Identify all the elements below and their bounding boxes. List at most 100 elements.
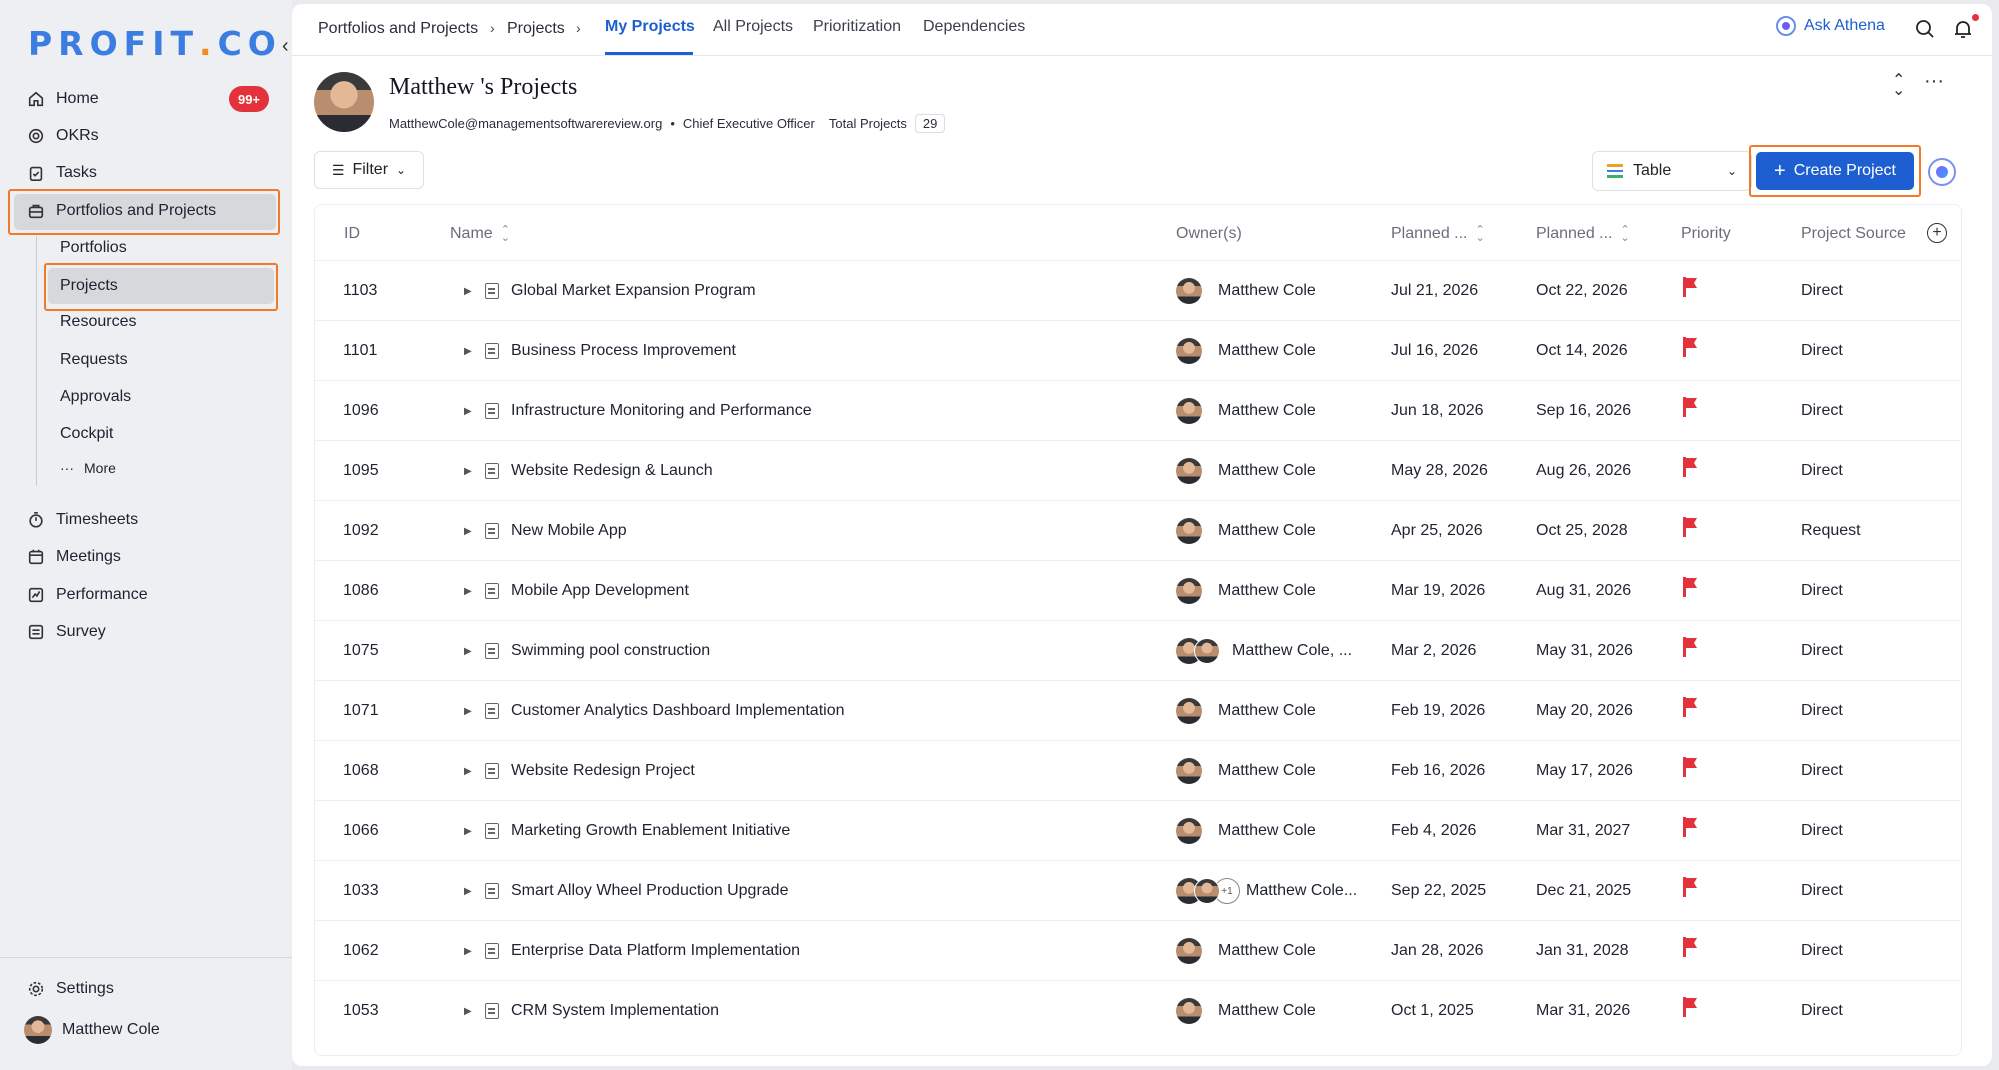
priority-flag-icon[interactable] [1681, 677, 1699, 737]
project-name[interactable]: Enterprise Data Platform Implementation [511, 921, 800, 981]
sidebar-item-settings[interactable]: Settings [26, 974, 114, 1004]
priority-flag-icon[interactable] [1681, 797, 1699, 857]
table-row[interactable]: 1075 ▶ Swimming pool construction Matthew C… [315, 620, 1961, 680]
column-header-project-source[interactable]: Project Source [1801, 225, 1906, 243]
column-header-owners[interactable]: Owner(s) [1176, 225, 1242, 243]
bell-icon[interactable] [1952, 18, 1976, 42]
profit-co-logo[interactable]: PR O FIT. CO [28, 24, 282, 63]
priority-flag-icon[interactable] [1681, 497, 1699, 557]
ask-athena-button[interactable]: Ask Athena [1776, 16, 1885, 36]
sidebar-item-timesheets[interactable]: Timesheets [26, 505, 138, 535]
project-name[interactable]: CRM System Implementation [511, 981, 719, 1041]
expand-row-icon[interactable]: ▶ [464, 501, 472, 561]
column-header-priority[interactable]: Priority [1681, 225, 1731, 243]
table-row[interactable]: 1066 ▶ Marketing Growth Enablement Initiat… [315, 800, 1961, 860]
table-row[interactable]: 1033 ▶ Smart Alloy Wheel Production Upgrad… [315, 860, 1961, 920]
sidebar-subitem-resources[interactable]: Resources [60, 308, 136, 336]
add-column-icon[interactable]: + [1927, 223, 1947, 243]
sidebar-subitem-portfolios[interactable]: Portfolios [60, 234, 127, 262]
planned-start-date: Feb 16, 2026 [1391, 762, 1486, 779]
table-row[interactable]: 1053 ▶ CRM System Implementation Matthew Co… [315, 980, 1961, 1040]
priority-flag-icon[interactable] [1681, 977, 1699, 1037]
project-name[interactable]: Marketing Growth Enablement Initiative [511, 801, 790, 861]
search-icon[interactable] [1914, 18, 1938, 42]
priority-flag-icon[interactable] [1681, 917, 1699, 977]
view-mode-select[interactable]: Table ⌄ [1592, 151, 1752, 191]
table-row[interactable]: 1096 ▶ Infrastructure Monitoring and Perfo… [315, 380, 1961, 440]
sort-icon[interactable]: ⌃ ⌄ [1476, 225, 1485, 244]
filter-button[interactable]: ☰ Filter ⌄ [314, 151, 424, 189]
tab-prioritization[interactable]: Prioritization [813, 18, 901, 36]
expand-row-icon[interactable]: ▶ [464, 621, 472, 681]
table-row[interactable]: 1086 ▶ Mobile App Development Matthew Cole M… [315, 560, 1961, 620]
table-row[interactable]: 1101 ▶ Business Process Improvement Matthew… [315, 320, 1961, 380]
sidebar-subitem-approvals[interactable]: Approvals [60, 383, 131, 411]
breadcrumb-portfolios-and-projects[interactable]: Portfolios and Projects [318, 20, 478, 38]
priority-flag-icon[interactable] [1681, 617, 1699, 677]
sidebar-item-performance[interactable]: Performance [26, 580, 148, 610]
column-header-planned-end[interactable]: Planned ... ⌃ ⌄ [1536, 225, 1630, 244]
table-row[interactable]: 1068 ▶ Website Redesign Project Matthew Col… [315, 740, 1961, 800]
project-name[interactable]: Business Process Improvement [511, 321, 736, 381]
priority-flag-icon[interactable] [1681, 557, 1699, 617]
column-header-name[interactable]: Name ⌃ ⌄ [450, 225, 510, 244]
table-row[interactable]: 1095 ▶ Website Redesign & Launch Matthew Co… [315, 440, 1961, 500]
expand-collapse-icon[interactable]: ⌃ ⌄ [1892, 73, 1905, 99]
more-options-icon[interactable]: ··· [1924, 70, 1944, 93]
table-row[interactable]: 1092 ▶ New Mobile App Matthew Cole Apr 25, 2… [315, 500, 1961, 560]
sidebar-item-portfolios-and-projects[interactable]: Portfolios and Projects [26, 196, 216, 226]
expand-row-icon[interactable]: ▶ [464, 921, 472, 981]
project-name[interactable]: Swimming pool construction [511, 621, 710, 681]
project-name[interactable]: Global Market Expansion Program [511, 261, 756, 321]
sidebar-subitem-requests[interactable]: Requests [60, 346, 128, 374]
sidebar-item-home[interactable]: Home [26, 84, 99, 114]
sidebar-subitem-cockpit[interactable]: Cockpit [60, 420, 113, 448]
priority-flag-icon[interactable] [1681, 437, 1699, 497]
sort-icon[interactable]: ⌃ ⌄ [501, 225, 510, 244]
priority-flag-icon[interactable] [1681, 737, 1699, 797]
create-project-button[interactable]: + Create Project [1756, 152, 1914, 190]
expand-row-icon[interactable]: ▶ [464, 261, 472, 321]
sidebar-item-tasks[interactable]: Tasks [26, 158, 97, 188]
collapse-sidebar-icon[interactable]: ‹ [282, 36, 289, 56]
sort-icon[interactable]: ⌃ ⌄ [1621, 225, 1630, 244]
expand-row-icon[interactable]: ▶ [464, 381, 472, 441]
priority-flag-icon[interactable] [1681, 317, 1699, 377]
table-row[interactable]: 1071 ▶ Customer Analytics Dashboard Implem… [315, 680, 1961, 740]
ai-assistant-icon[interactable] [1928, 158, 1956, 186]
project-name[interactable]: Customer Analytics Dashboard Implementat… [511, 681, 845, 741]
breadcrumb-projects[interactable]: Projects [507, 20, 565, 38]
sidebar-item-survey[interactable]: Survey [26, 617, 106, 647]
sidebar-more[interactable]: ··· More [60, 460, 116, 476]
expand-row-icon[interactable]: ▶ [464, 741, 472, 801]
tab-dependencies[interactable]: Dependencies [923, 18, 1025, 36]
column-header-id[interactable]: ID [344, 225, 360, 243]
project-name[interactable]: Website Redesign & Launch [511, 441, 713, 501]
sidebar-user-profile[interactable]: Matthew Cole [24, 1015, 160, 1045]
sidebar-item-meetings[interactable]: Meetings [26, 542, 121, 572]
table-row[interactable]: 1103 ▶ Global Market Expansion Program Matt… [315, 260, 1961, 320]
project-name[interactable]: Website Redesign Project [511, 741, 695, 801]
expand-row-icon[interactable]: ▶ [464, 861, 472, 921]
tab-my-projects[interactable]: My Projects [605, 18, 695, 36]
project-name[interactable]: Mobile App Development [511, 561, 689, 621]
priority-flag-icon[interactable] [1681, 857, 1699, 917]
project-name[interactable]: Infrastructure Monitoring and Performanc… [511, 381, 812, 441]
expand-row-icon[interactable]: ▶ [464, 981, 472, 1041]
priority-flag-icon[interactable] [1681, 257, 1699, 317]
column-header-planned-start[interactable]: Planned ... ⌃ ⌄ [1391, 225, 1485, 244]
table-row[interactable]: 1062 ▶ Enterprise Data Platform Implementa… [315, 920, 1961, 980]
expand-row-icon[interactable]: ▶ [464, 681, 472, 741]
project-source: Direct [1801, 282, 1843, 299]
expand-row-icon[interactable]: ▶ [464, 321, 472, 381]
expand-row-icon[interactable]: ▶ [464, 561, 472, 621]
tab-all-projects[interactable]: All Projects [713, 18, 793, 36]
expand-row-icon[interactable]: ▶ [464, 441, 472, 501]
priority-flag-icon[interactable] [1681, 377, 1699, 437]
expand-row-icon[interactable]: ▶ [464, 801, 472, 861]
chevron-down-icon: ⌄ [396, 163, 407, 177]
sidebar-subitem-projects[interactable]: Projects [60, 272, 118, 300]
sidebar-item-okrs[interactable]: OKRs [26, 121, 99, 151]
project-name[interactable]: New Mobile App [511, 501, 627, 561]
project-name[interactable]: Smart Alloy Wheel Production Upgrade [511, 861, 788, 921]
